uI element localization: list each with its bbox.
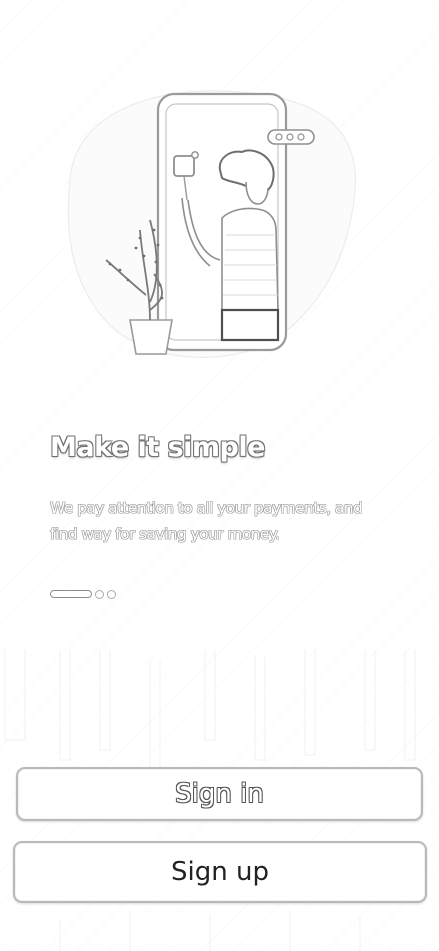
selfie-illustration xyxy=(67,90,356,359)
page-dot[interactable] xyxy=(95,589,104,599)
page-indicator xyxy=(50,588,116,600)
sign-in-button[interactable]: Sign in xyxy=(16,767,423,821)
onboarding-title: Make it simple xyxy=(50,432,265,463)
sign-up-label: Sign up xyxy=(171,857,269,887)
plant-pot-shape xyxy=(129,319,173,355)
onboarding-screen: Make it simple We pay attention to all y… xyxy=(0,0,439,951)
page-dot[interactable] xyxy=(107,589,116,599)
sign-up-button[interactable]: Sign up xyxy=(13,841,427,903)
sign-in-label: Sign in xyxy=(175,779,264,809)
page-dot-active[interactable] xyxy=(50,590,92,598)
photo-square-icon xyxy=(173,155,195,177)
onboarding-subtitle: We pay attention to all your payments, a… xyxy=(50,499,363,543)
person-pants-shape xyxy=(220,308,280,342)
